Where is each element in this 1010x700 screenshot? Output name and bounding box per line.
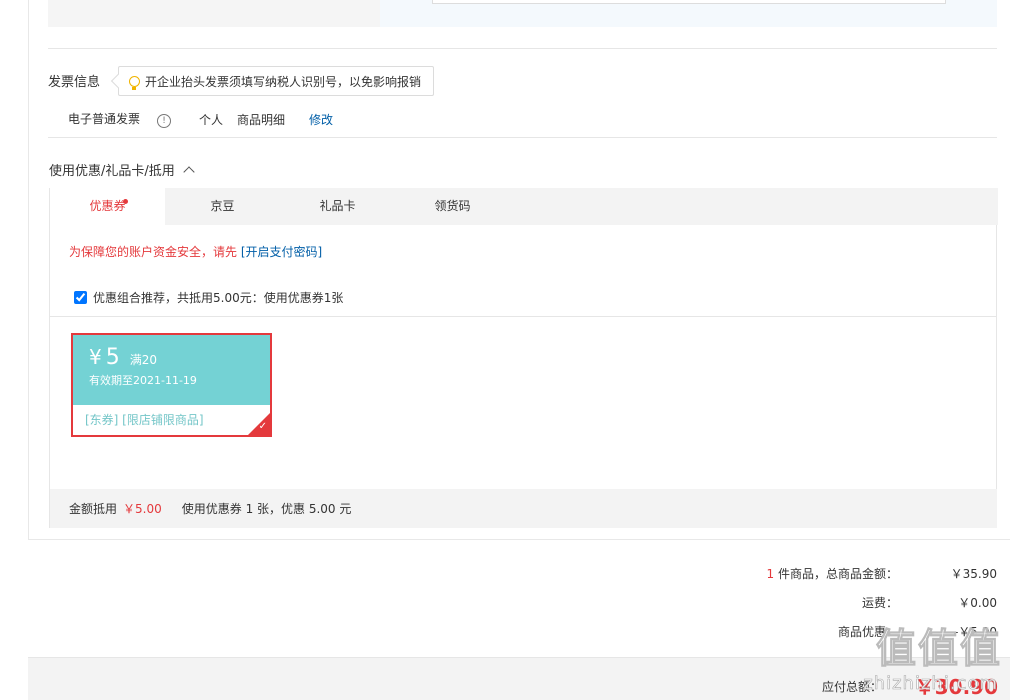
tab-coupon[interactable]: 优惠券 [49,188,165,225]
tab-gift-card[interactable]: 礼品卡 [280,188,395,225]
invoice-type: 电子普通发票! [68,110,185,128]
tab-redeem-code-label: 领货码 [434,199,471,213]
chevron-up-icon [183,166,195,178]
coupon-value: 5 [105,345,120,370]
divider [48,48,997,49]
shipping-value: ￥0.00 [958,596,997,610]
summary-amount: ￥5.00 [123,502,162,516]
shipping-label: 运费： [861,596,898,610]
notification-dot [123,199,128,204]
divider [48,137,997,138]
security-warning-text: 为保障您的账户资金安全，请先 [69,245,238,259]
check-icon: ✓ [258,421,267,432]
combo-recommend-checkbox[interactable] [74,291,87,304]
invoice-edit-link[interactable]: 修改 [309,111,333,128]
info-icon[interactable]: ! [157,114,172,128]
enable-pay-password-link[interactable]: [开启支付密码] [241,245,322,259]
invoice-row: 电子普通发票! 个人 商品明细 修改 [68,110,347,128]
security-warning: 为保障您的账户资金安全，请先 [开启支付密码] [69,243,322,260]
tab-coupon-label: 优惠券 [89,199,126,213]
coupon-amount: ¥ 5 满20 [89,345,270,370]
items-total-label: 1 件商品，总商品金额： [767,565,898,582]
tab-redeem-code[interactable]: 领货码 [395,188,510,225]
items-total-value: ￥35.90 [950,567,997,581]
items-label: 件商品，总商品金额： [777,567,898,581]
combo-recommend[interactable]: 优惠组合推荐，共抵用5.00元：使用优惠券1张 [74,289,343,306]
top-band-left [48,0,380,27]
divider [50,316,997,317]
summary-detail: 使用优惠券 1 张，优惠 5.00 元 [181,502,352,516]
watermark-logo: 值值值 [876,626,1002,673]
coupon-card-header: ¥ 5 满20 有效期至2021-11-19 [73,335,270,405]
discount-tabs: 优惠券 京豆 礼品卡 领货码 [49,188,998,225]
invoice-tip: 开企业抬头发票须填写纳税人识别号，以免影响报销 [118,66,435,96]
coupon-card[interactable]: ¥ 5 满20 有效期至2021-11-19 [东券] [限店铺限商品] ✓ [71,333,272,437]
coupon-currency: ¥ [89,345,102,369]
invoice-section-title: 发票信息 [48,75,101,90]
coupon-tags: [东券] [限店铺限商品] [85,413,204,427]
invoice-content: 商品明细 [237,112,286,127]
item-count: 1 [766,567,775,581]
tab-gift-card-label: 礼品卡 [319,199,356,213]
lightbulb-icon [129,75,140,90]
top-band-right [380,0,997,27]
summary-label: 金额抵用 [69,502,118,516]
top-input-field[interactable] [432,0,946,4]
invoice-title-type: 个人 [199,112,224,127]
tab-jingdou-label: 京豆 [210,199,235,213]
tab-jingdou[interactable]: 京豆 [165,188,280,225]
coupon-condition: 满20 [129,353,158,367]
discount-section-title: 使用优惠/礼品卡/抵用 [49,164,175,179]
invoice-tip-text: 开企业抬头发票须填写纳税人识别号，以免影响报销 [145,74,422,89]
combo-recommend-label: 优惠组合推荐，共抵用5.00元：使用优惠券1张 [93,291,344,305]
discount-section-toggle[interactable]: 使用优惠/礼品卡/抵用 [49,160,195,179]
coupon-validity: 有效期至2021-11-19 [89,374,197,387]
watermark-url: zhizhizhi.com [863,673,998,695]
discount-summary: 金额抵用 ￥5.00 使用优惠券 1 张，优惠 5.00 元 [50,489,997,528]
